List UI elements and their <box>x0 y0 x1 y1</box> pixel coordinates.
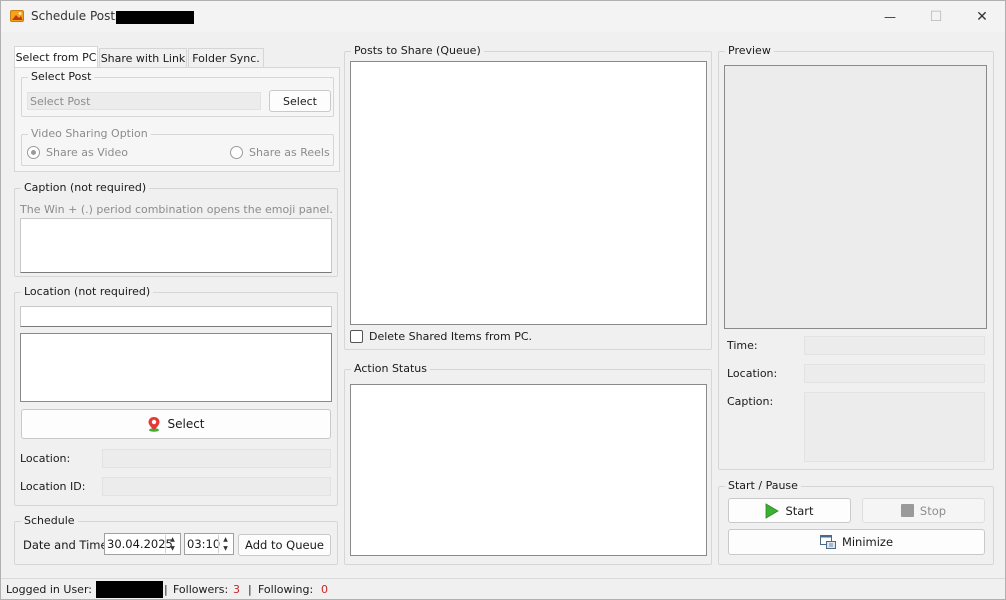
minimize-button-label: Minimize <box>841 535 894 549</box>
spin-down-icon: ▼ <box>170 545 175 552</box>
status-bar: Logged in User: | Followers: 3 | Followi… <box>1 578 1005 599</box>
following-label: Following: <box>258 583 314 596</box>
select-post-group: Select Post Select Post Select <box>21 70 334 117</box>
caption-group-label: Caption (not required) <box>21 181 150 195</box>
schedule-time-picker[interactable]: 03:10 ▲ ▼ <box>184 533 234 555</box>
tab-share-with-link[interactable]: Share with Link <box>99 48 187 68</box>
select-post-group-label: Select Post <box>28 70 95 84</box>
stop-icon <box>900 504 914 517</box>
followers-count: 3 <box>233 583 240 596</box>
preview-group: Preview Time: Location: Caption: <box>718 44 994 470</box>
stop-button[interactable]: Stop <box>862 498 985 523</box>
preview-group-label: Preview <box>725 44 774 58</box>
date-time-label: Date and Time: <box>23 538 112 552</box>
select-location-button-label: Select <box>167 417 205 431</box>
minimize-window-button[interactable]: — <box>867 1 913 32</box>
location-id-label: Location ID: <box>20 480 86 493</box>
add-to-queue-button[interactable]: Add to Queue <box>238 534 331 556</box>
status-separator: | <box>248 583 252 596</box>
location-results-list[interactable] <box>20 333 332 402</box>
location-value-field <box>102 449 331 468</box>
spin-up-icon: ▲ <box>170 536 175 543</box>
video-option-group-label: Video Sharing Option <box>28 127 151 141</box>
close-window-button[interactable]: ✕ <box>959 1 1005 32</box>
start-pause-group: Start / Pause Start Stop Minimize <box>718 479 994 565</box>
play-icon <box>765 502 780 519</box>
caption-hint: The Win + (.) period combination opens t… <box>20 203 333 216</box>
location-label: Location: <box>20 452 71 465</box>
schedule-date-picker[interactable]: 30.04.2025 ▲ ▼ <box>104 533 181 555</box>
delete-shared-label: Delete Shared Items from PC. <box>369 330 533 343</box>
map-pin-icon <box>147 416 161 432</box>
spin-down-icon: ▼ <box>223 545 228 552</box>
preview-caption-field <box>804 392 985 462</box>
window-title: Schedule Posts <box>31 9 122 23</box>
schedule-date-value: 30.04.2025 <box>107 537 173 551</box>
action-status-group: Action Status <box>344 362 712 565</box>
time-spinner[interactable]: ▲ ▼ <box>218 535 232 553</box>
start-pause-group-label: Start / Pause <box>725 479 801 493</box>
schedule-time-value: 03:10 <box>187 537 221 551</box>
tab-folder-sync[interactable]: Folder Sync. <box>188 48 264 68</box>
queue-list[interactable] <box>350 61 707 325</box>
title-bar[interactable]: Schedule Posts — ☐ ✕ <box>1 1 1005 32</box>
status-separator: | <box>164 583 168 596</box>
select-post-input: Select Post <box>27 92 261 110</box>
share-as-reels-radio[interactable] <box>230 146 243 159</box>
preview-caption-label: Caption: <box>727 395 774 408</box>
minimize-button[interactable]: Minimize <box>728 529 985 555</box>
caption-group: Caption (not required) The Win + (.) per… <box>14 181 338 277</box>
tab-select-from-pc[interactable]: Select from PC <box>14 46 98 68</box>
select-location-button[interactable]: Select <box>21 409 331 439</box>
preview-time-field <box>804 336 985 355</box>
app-icon <box>10 9 24 23</box>
queue-group-label: Posts to Share (Queue) <box>351 44 484 58</box>
preview-location-field <box>804 364 985 383</box>
caption-input[interactable] <box>20 218 332 273</box>
logged-in-label: Logged in User: <box>6 583 92 596</box>
followers-label: Followers: <box>173 583 229 596</box>
maximize-window-button[interactable]: ☐ <box>913 1 959 32</box>
minimize-to-tray-icon <box>819 535 836 549</box>
share-as-video-label: Share as Video <box>46 146 129 159</box>
stop-button-label: Stop <box>919 503 947 518</box>
queue-group: Posts to Share (Queue) Delete Shared Ite… <box>344 44 712 350</box>
share-as-reels-label: Share as Reels <box>249 146 330 159</box>
select-post-placeholder: Select Post <box>30 95 91 108</box>
location-group-label: Location (not required) <box>21 285 154 299</box>
location-id-value-field <box>102 477 331 496</box>
date-spinner[interactable]: ▲ ▼ <box>165 535 179 553</box>
location-group: Location (not required) Select Location:… <box>14 285 338 506</box>
preview-image <box>724 65 987 329</box>
redacted-username <box>96 581 163 598</box>
start-button-label: Start <box>785 503 814 518</box>
preview-location-label: Location: <box>727 367 778 380</box>
start-button[interactable]: Start <box>728 498 851 523</box>
spin-up-icon: ▲ <box>223 536 228 543</box>
delete-shared-checkbox[interactable] <box>350 330 363 343</box>
action-status-group-label: Action Status <box>351 362 430 376</box>
share-as-video-radio[interactable] <box>27 146 40 159</box>
app-window: Schedule Posts — ☐ ✕ Select from PC Shar… <box>0 0 1006 600</box>
select-post-button[interactable]: Select <box>269 90 331 112</box>
schedule-group-label: Schedule <box>21 514 78 528</box>
redacted-account-name <box>116 11 194 24</box>
action-status-log[interactable] <box>350 384 707 556</box>
video-option-group: Video Sharing Option Share as Video Shar… <box>21 127 334 166</box>
location-search-input[interactable] <box>20 306 332 327</box>
preview-time-label: Time: <box>727 339 758 352</box>
schedule-group: Schedule Date and Time: 30.04.2025 ▲ ▼ 0… <box>14 514 338 565</box>
following-count: 0 <box>321 583 328 596</box>
